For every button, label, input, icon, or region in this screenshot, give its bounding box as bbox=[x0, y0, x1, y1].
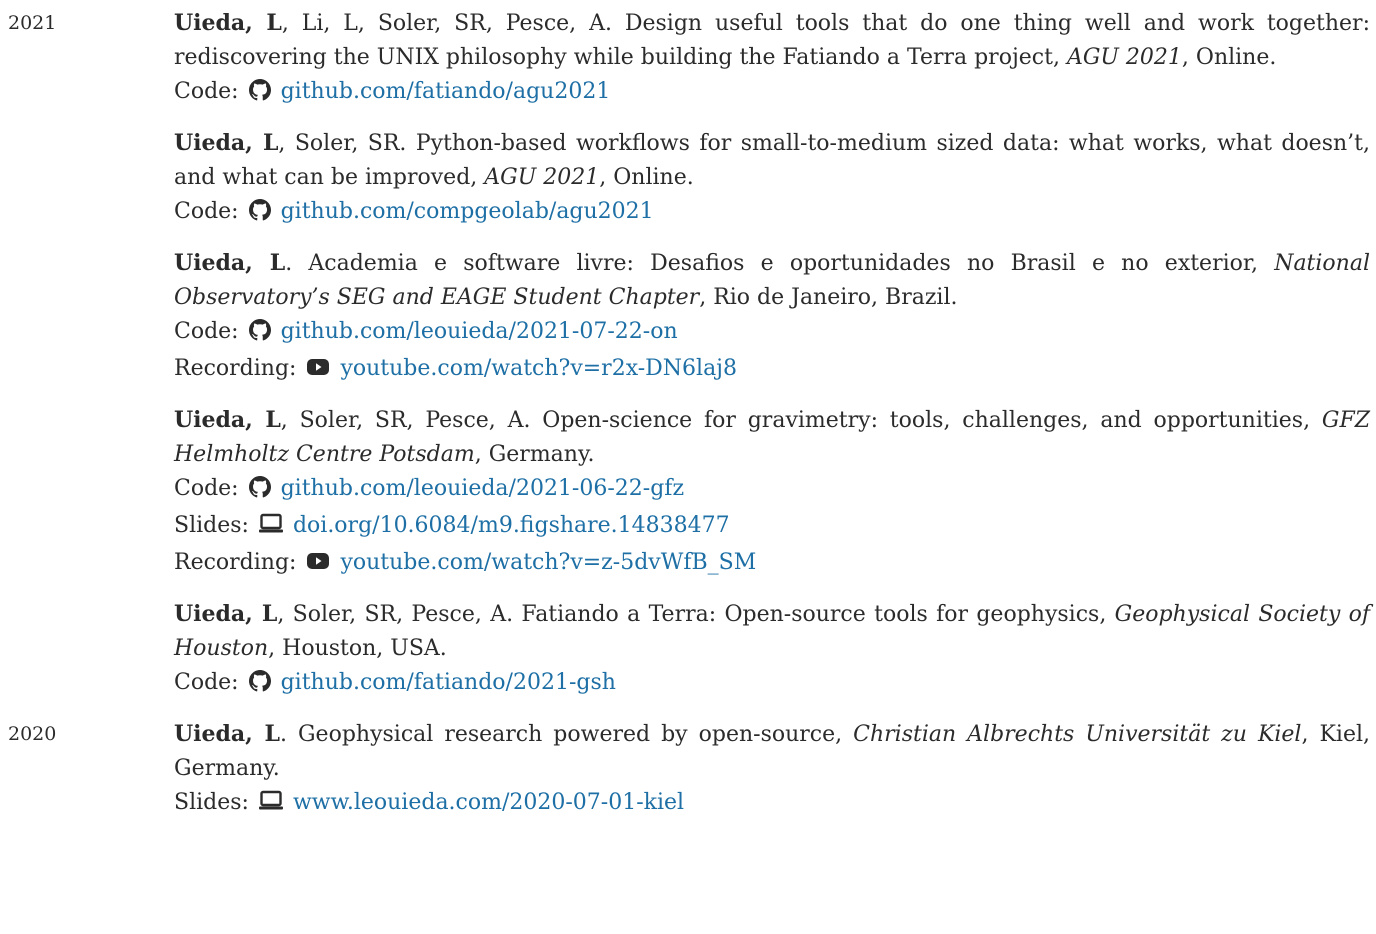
location: , Online. bbox=[599, 165, 694, 190]
location: , Online. bbox=[1181, 45, 1277, 70]
talk-entry: Uieda, L, Soler, SR, Pesce, A. Open-scie… bbox=[174, 403, 1370, 583]
citation: Uieda, L, Soler, SR. Python-based workfl… bbox=[174, 126, 1370, 195]
link-label: Slides: bbox=[174, 513, 249, 538]
link-label: Recording: bbox=[174, 550, 297, 575]
youtube-icon bbox=[306, 355, 330, 389]
location: , Germany. bbox=[474, 442, 595, 467]
code-link[interactable]: github.com/leouieda/2021-07-22-on bbox=[281, 319, 678, 344]
location: , Houston, USA. bbox=[268, 636, 447, 661]
author-name: Uieda, L bbox=[174, 407, 281, 433]
code-link[interactable]: github.com/fatiando/agu2021 bbox=[281, 79, 611, 104]
slides-link-line: Slides: doi.org/10.6084/m9.figshare.14838… bbox=[174, 509, 1370, 546]
code-link-line: Code: github.com/fatiando/agu2021 bbox=[174, 75, 1370, 112]
recording-link-line: Recording: youtube.com/watch?v=r2x-DN6laj… bbox=[174, 352, 1370, 389]
code-link-line: Code: github.com/fatiando/2021-gsh bbox=[174, 666, 1370, 703]
recording-link-line: Recording: youtube.com/watch?v=z-5dvWfB_S… bbox=[174, 546, 1370, 583]
link-label: Slides: bbox=[174, 790, 249, 815]
github-icon bbox=[248, 318, 271, 352]
link-label: Recording: bbox=[174, 356, 297, 381]
slides-link[interactable]: www.leouieda.com/2020-07-01-kiel bbox=[293, 790, 684, 815]
code-link-line: Code: github.com/leouieda/2021-07-22-on bbox=[174, 315, 1370, 352]
link-label: Code: bbox=[174, 79, 239, 104]
link-label: Code: bbox=[174, 199, 239, 224]
monitor-icon bbox=[258, 789, 283, 823]
author-name: Uieda, L bbox=[174, 721, 280, 747]
venue: Christian Albrechts Universität zu Kiel bbox=[853, 722, 1302, 747]
citation: Uieda, L, Soler, SR, Pesce, A. Open-scie… bbox=[174, 403, 1370, 472]
year-label: 2020 bbox=[8, 723, 57, 745]
slides-link-line: Slides: www.leouieda.com/2020-07-01-kiel bbox=[174, 786, 1370, 823]
citation-text: . Academia e software livre: Desafios e … bbox=[285, 251, 1275, 276]
citation: Uieda, L, Li, L, Soler, SR, Pesce, A. De… bbox=[174, 6, 1370, 75]
talk-entry: Uieda, L. Geophysical research powered b… bbox=[174, 717, 1370, 823]
year-label: 2021 bbox=[8, 12, 57, 34]
citation: Uieda, L. Geophysical research powered b… bbox=[174, 717, 1370, 786]
venue: AGU 2021 bbox=[484, 165, 600, 190]
year-group-2021: 2021 Uieda, L, Li, L, Soler, SR, Pesce, … bbox=[0, 6, 1376, 703]
entries-list: Uieda, L, Li, L, Soler, SR, Pesce, A. De… bbox=[174, 6, 1370, 703]
venue: AGU 2021 bbox=[1066, 45, 1182, 70]
link-label: Code: bbox=[174, 476, 239, 501]
citation-text: , Soler, SR, Pesce, A. Open-science for … bbox=[280, 408, 1322, 433]
link-label: Code: bbox=[174, 319, 239, 344]
code-link-line: Code: github.com/compgeolab/agu2021 bbox=[174, 195, 1370, 232]
talks-list: 2021 Uieda, L, Li, L, Soler, SR, Pesce, … bbox=[0, 0, 1376, 823]
github-icon bbox=[248, 198, 271, 232]
talk-entry: Uieda, L, Li, L, Soler, SR, Pesce, A. De… bbox=[174, 6, 1370, 112]
entries-list: Uieda, L. Geophysical research powered b… bbox=[174, 717, 1370, 823]
citation: Uieda, L. Academia e software livre: Des… bbox=[174, 246, 1370, 315]
citation-text: . Geophysical research powered by open-s… bbox=[279, 722, 854, 747]
location: , Rio de Janeiro, Brazil. bbox=[699, 285, 958, 310]
author-name: Uieda, L bbox=[174, 130, 279, 156]
citation-text: , Soler, SR, Pesce, A. Fatiando a Terra:… bbox=[277, 602, 1115, 627]
year-group-2020: 2020 Uieda, L. Geophysical research powe… bbox=[0, 717, 1376, 823]
code-link[interactable]: github.com/compgeolab/agu2021 bbox=[281, 199, 654, 224]
recording-link[interactable]: youtube.com/watch?v=r2x-DN6laj8 bbox=[340, 356, 737, 381]
talk-entry: Uieda, L, Soler, SR, Pesce, A. Fatiando … bbox=[174, 597, 1370, 703]
github-icon bbox=[248, 669, 271, 703]
github-icon bbox=[248, 475, 271, 509]
slides-link[interactable]: doi.org/10.6084/m9.figshare.14838477 bbox=[293, 513, 730, 538]
author-name: Uieda, L bbox=[174, 250, 286, 276]
citation-text: , Soler, SR. Python-based workflows for … bbox=[174, 131, 1370, 190]
citation: Uieda, L, Soler, SR, Pesce, A. Fatiando … bbox=[174, 597, 1370, 666]
author-name: Uieda, L bbox=[174, 601, 278, 627]
author-name: Uieda, L bbox=[174, 10, 282, 36]
code-link[interactable]: github.com/fatiando/2021-gsh bbox=[281, 670, 616, 695]
talk-entry: Uieda, L. Academia e software livre: Des… bbox=[174, 246, 1370, 389]
code-link-line: Code: github.com/leouieda/2021-06-22-gfz bbox=[174, 472, 1370, 509]
recording-link[interactable]: youtube.com/watch?v=z-5dvWfB_SM bbox=[340, 550, 756, 575]
monitor-icon bbox=[258, 512, 283, 546]
github-icon bbox=[248, 78, 271, 112]
code-link[interactable]: github.com/leouieda/2021-06-22-gfz bbox=[281, 476, 684, 501]
talk-entry: Uieda, L, Soler, SR. Python-based workfl… bbox=[174, 126, 1370, 232]
link-label: Code: bbox=[174, 670, 239, 695]
youtube-icon bbox=[306, 549, 330, 583]
